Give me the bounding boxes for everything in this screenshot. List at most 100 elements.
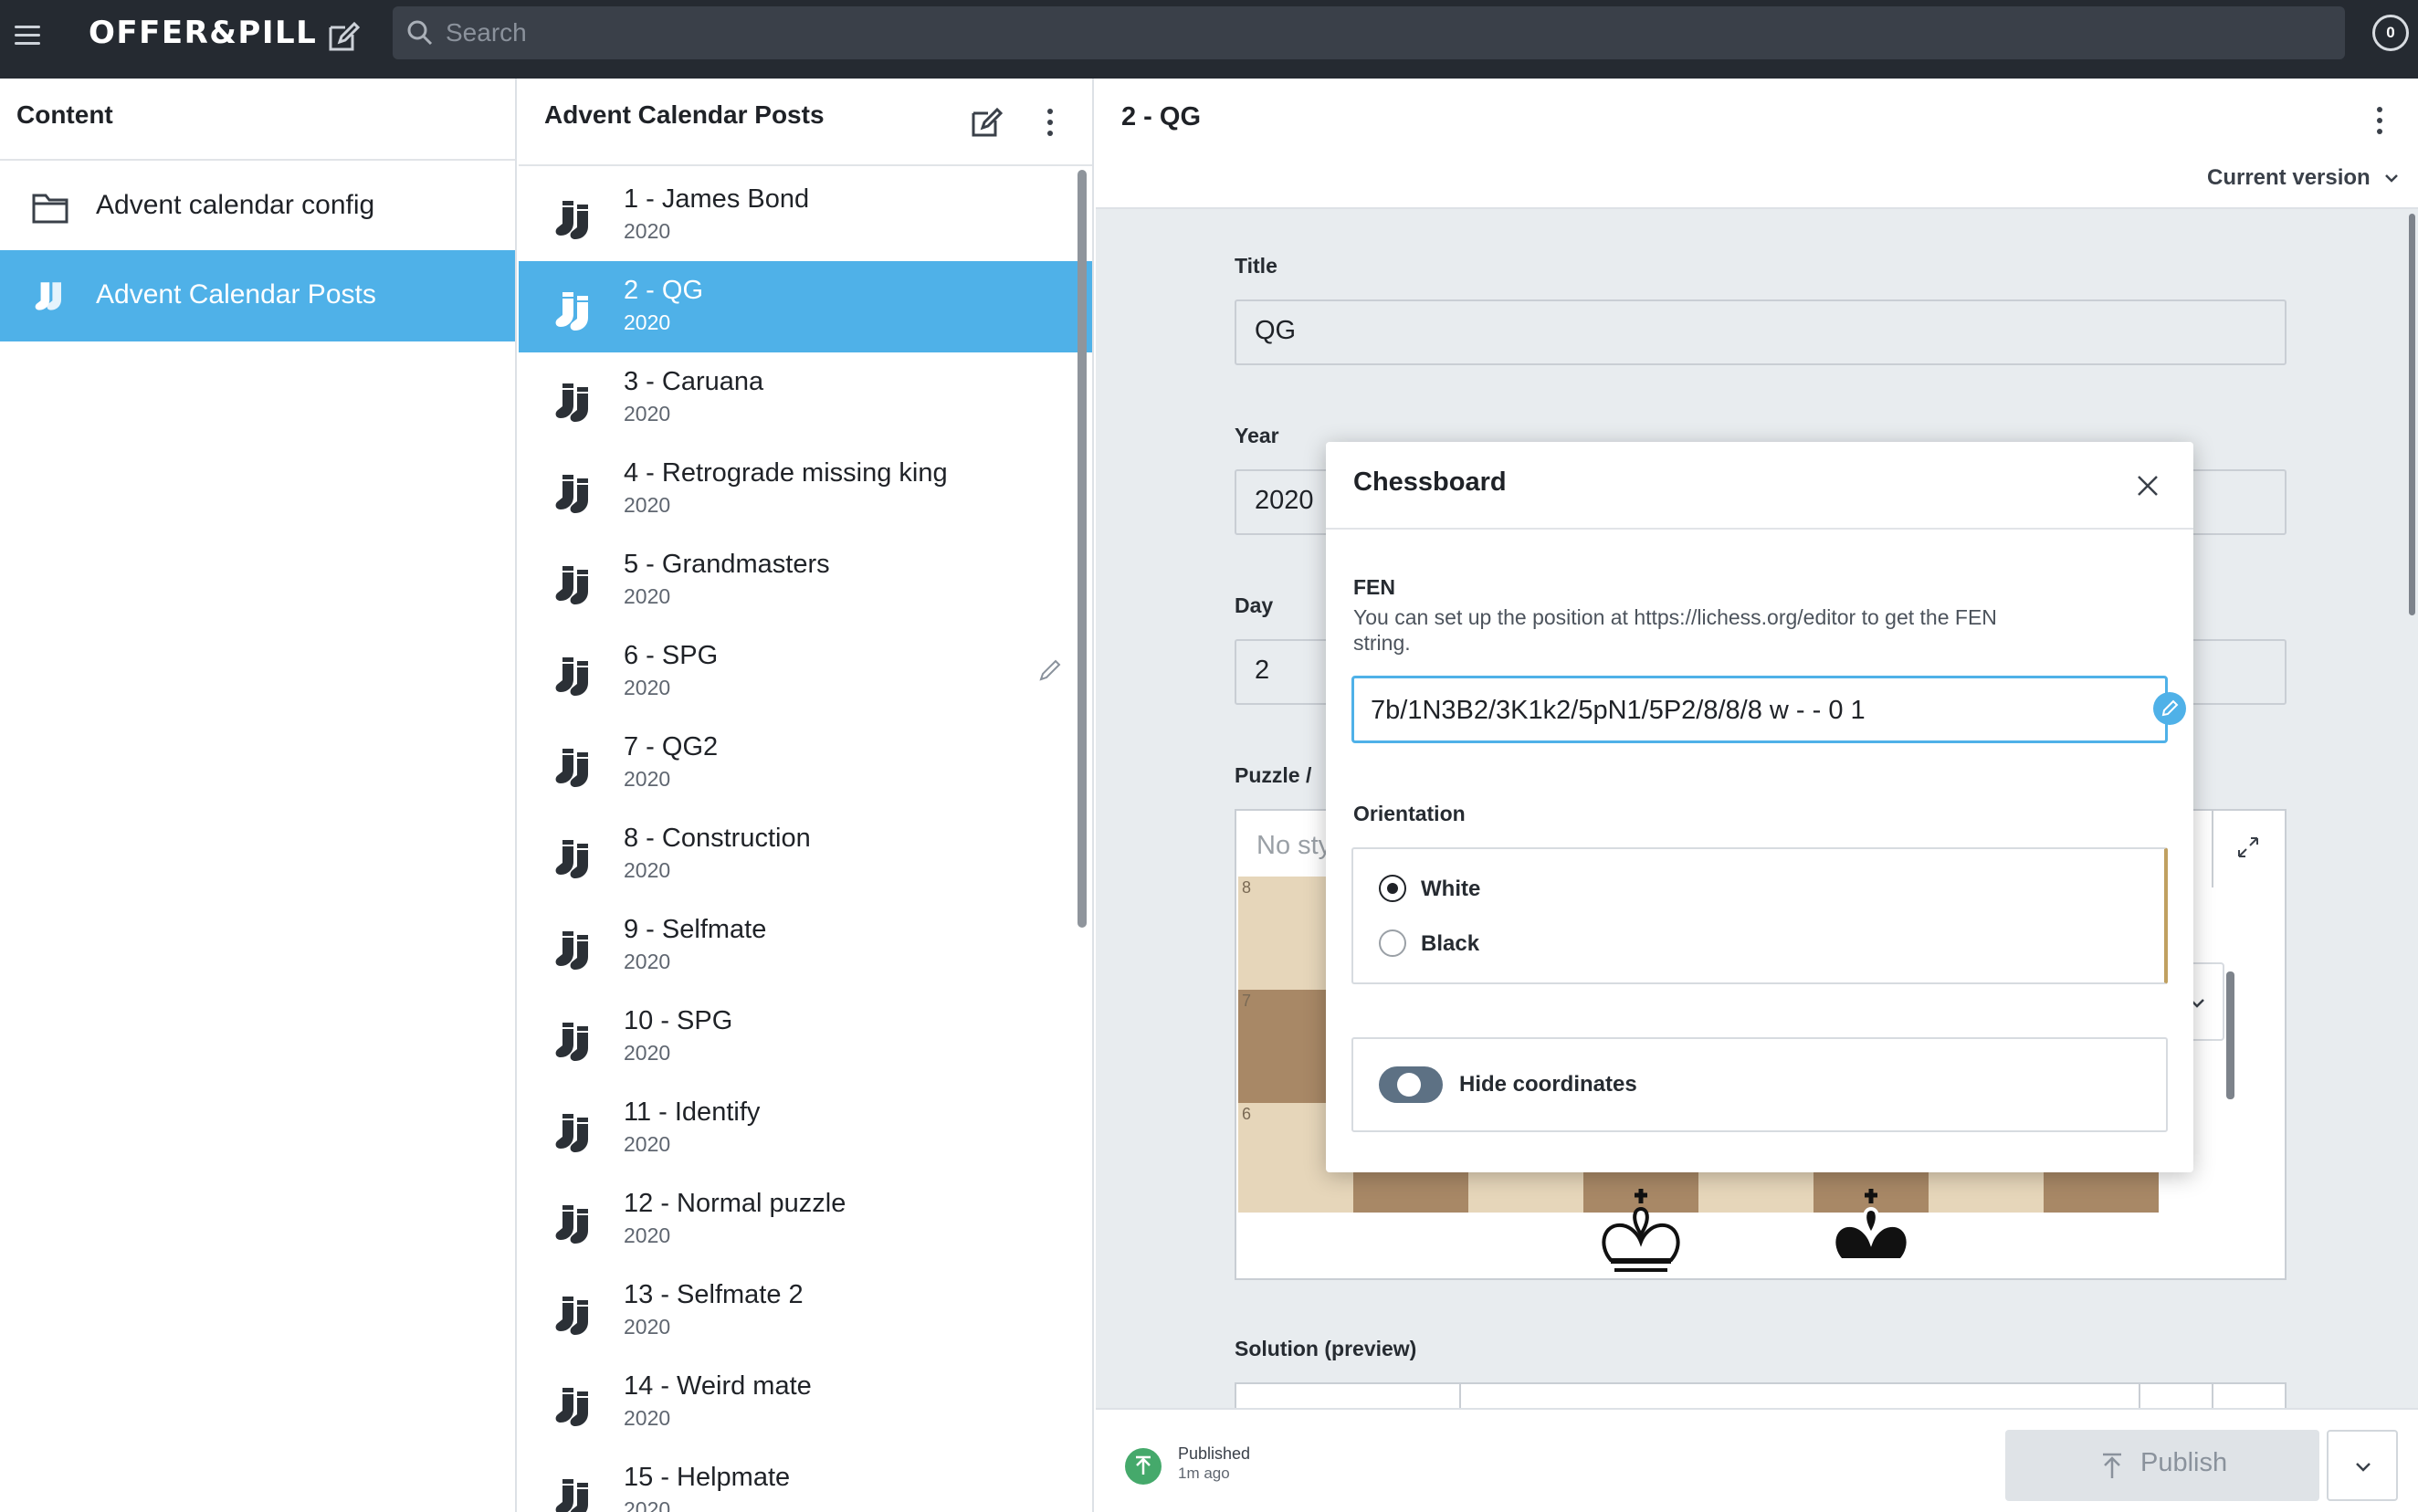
posts-scrollbar[interactable] bbox=[1078, 170, 1087, 928]
post-year: 2020 bbox=[624, 493, 671, 517]
socks-icon bbox=[553, 471, 599, 517]
year-label: Year bbox=[1235, 424, 1279, 447]
fen-label: FEN bbox=[1353, 575, 1395, 599]
document-scrollbar[interactable] bbox=[2409, 214, 2415, 615]
editor-placeholder: No sty bbox=[1256, 831, 1332, 860]
post-item[interactable]: 5 - Grandmasters 2020 bbox=[519, 535, 1092, 626]
socks-icon bbox=[553, 1019, 599, 1065]
title-field[interactable]: QG bbox=[1235, 299, 2287, 365]
dialog-title: Chessboard bbox=[1353, 467, 1507, 497]
toolbar-divider bbox=[2212, 811, 2213, 887]
post-item[interactable]: 4 - Retrograde missing king 2020 bbox=[519, 444, 1092, 535]
title-value: QG bbox=[1255, 316, 1297, 345]
nav-item-label: Advent calendar config bbox=[96, 190, 375, 220]
hide-coordinates-label: Hide coordinates bbox=[1459, 1072, 1637, 1097]
post-item[interactable]: 10 - SPG 2020 bbox=[519, 992, 1092, 1083]
post-year: 2020 bbox=[624, 858, 671, 882]
radio-white-label[interactable]: White bbox=[1421, 877, 1480, 902]
search-input[interactable] bbox=[446, 12, 2181, 54]
search-icon bbox=[407, 20, 433, 46]
post-item[interactable]: 6 - SPG 2020 bbox=[519, 626, 1092, 718]
post-item[interactable]: 7 - QG2 2020 bbox=[519, 718, 1092, 809]
post-title: 12 - Normal puzzle bbox=[624, 1189, 846, 1218]
post-item[interactable]: 2 - QG 2020 bbox=[519, 261, 1092, 352]
notification-badge[interactable]: 0 bbox=[2372, 15, 2409, 51]
post-item[interactable]: 3 - Caruana 2020 bbox=[519, 352, 1092, 444]
more-icon[interactable] bbox=[1032, 104, 1068, 141]
socks-icon bbox=[553, 1475, 599, 1512]
folder-icon bbox=[32, 194, 68, 224]
post-item[interactable]: 14 - Weird mate 2020 bbox=[519, 1357, 1092, 1448]
post-item[interactable]: 8 - Construction 2020 bbox=[519, 809, 1092, 900]
socks-icon bbox=[553, 197, 599, 243]
post-item[interactable]: 11 - Identify 2020 bbox=[519, 1083, 1092, 1174]
nav-item-advent-calendar-config[interactable]: Advent calendar config bbox=[0, 161, 515, 252]
hide-coordinates-toggle[interactable] bbox=[1379, 1066, 1443, 1103]
post-title: 2 - QG bbox=[624, 276, 704, 305]
socks-icon bbox=[553, 289, 599, 334]
compose-icon[interactable] bbox=[325, 18, 362, 55]
pencil-icon[interactable] bbox=[1036, 656, 1065, 685]
radio-black-label[interactable]: Black bbox=[1421, 931, 1479, 957]
post-year: 2020 bbox=[624, 310, 671, 334]
post-item[interactable]: 13 - Selfmate 2 2020 bbox=[519, 1265, 1092, 1357]
post-title: 1 - James Bond bbox=[624, 184, 810, 214]
search-bar[interactable] bbox=[393, 6, 2345, 59]
posts-pane: Advent Calendar Posts 1 - James Bond 2020… bbox=[519, 79, 1094, 1512]
black-king-icon bbox=[1821, 1181, 1921, 1282]
content-pane: Content Advent calendar config Advent Ca… bbox=[0, 79, 517, 1512]
publish-menu-button[interactable] bbox=[2327, 1430, 2398, 1501]
post-year: 2020 bbox=[624, 1041, 671, 1065]
socks-icon bbox=[553, 836, 599, 882]
day-value: 2 bbox=[1255, 656, 1270, 685]
pencil-icon[interactable] bbox=[2153, 692, 2186, 725]
nav-item-label: Advent Calendar Posts bbox=[96, 279, 376, 310]
more-icon[interactable] bbox=[2372, 102, 2387, 139]
nav-item-advent-calendar-posts[interactable]: Advent Calendar Posts bbox=[0, 250, 515, 341]
white-king-icon bbox=[1591, 1181, 1691, 1282]
post-item[interactable]: 12 - Normal puzzle 2020 bbox=[519, 1174, 1092, 1265]
publish-icon bbox=[2103, 1453, 2121, 1478]
app-logo[interactable]: OFFER&PILL bbox=[89, 15, 317, 51]
expand-icon[interactable] bbox=[2234, 833, 2263, 862]
post-item[interactable]: 1 - James Bond 2020 bbox=[519, 170, 1092, 261]
posts-pane-header: Advent Calendar Posts bbox=[519, 79, 1092, 166]
post-title: 4 - Retrograde missing king bbox=[624, 458, 948, 488]
post-title: 6 - SPG bbox=[624, 641, 719, 670]
content-pane-header: Content bbox=[0, 79, 515, 161]
publish-button[interactable]: Publish bbox=[2005, 1430, 2319, 1501]
compose-icon[interactable] bbox=[968, 104, 1004, 141]
orientation-label: Orientation bbox=[1353, 802, 1466, 825]
radio-black[interactable] bbox=[1379, 929, 1406, 957]
post-year: 2020 bbox=[624, 1223, 671, 1247]
editor-scrollbar[interactable] bbox=[2226, 971, 2234, 1099]
close-icon[interactable] bbox=[2135, 473, 2160, 499]
document-header: 2 - QG Current version bbox=[1096, 79, 2418, 209]
post-year: 2020 bbox=[624, 402, 671, 425]
post-item[interactable]: 9 - Selfmate 2020 bbox=[519, 900, 1092, 992]
rank-coordinate: 8 bbox=[1242, 878, 1252, 897]
post-year: 2020 bbox=[624, 767, 671, 791]
menu-icon[interactable] bbox=[13, 20, 42, 49]
version-selector[interactable]: Current version bbox=[2207, 165, 2371, 191]
year-value: 2020 bbox=[1255, 486, 1314, 515]
fen-input[interactable] bbox=[1371, 689, 2138, 731]
socks-icon bbox=[35, 282, 61, 310]
socks-icon bbox=[553, 1293, 599, 1339]
chevron-down-icon[interactable] bbox=[2381, 168, 2402, 188]
fen-help-text: You can set up the position at https://l… bbox=[1353, 605, 1997, 655]
radio-white[interactable] bbox=[1379, 875, 1406, 902]
socks-icon bbox=[553, 654, 599, 699]
rank-coordinate: 6 bbox=[1242, 1105, 1252, 1123]
socks-icon bbox=[553, 928, 599, 973]
dialog-header: Chessboard bbox=[1326, 442, 2193, 530]
fen-field[interactable] bbox=[1351, 676, 2168, 743]
post-title: 5 - Grandmasters bbox=[624, 550, 830, 579]
post-item[interactable]: 15 - Helpmate 2020 bbox=[519, 1448, 1092, 1512]
post-title: 7 - QG2 bbox=[624, 732, 719, 761]
orientation-group: White Black bbox=[1351, 847, 2168, 984]
socks-icon bbox=[553, 1384, 599, 1430]
posts-pane-title: Advent Calendar Posts bbox=[544, 100, 825, 129]
socks-icon bbox=[553, 1202, 599, 1247]
post-title: 13 - Selfmate 2 bbox=[624, 1280, 804, 1309]
